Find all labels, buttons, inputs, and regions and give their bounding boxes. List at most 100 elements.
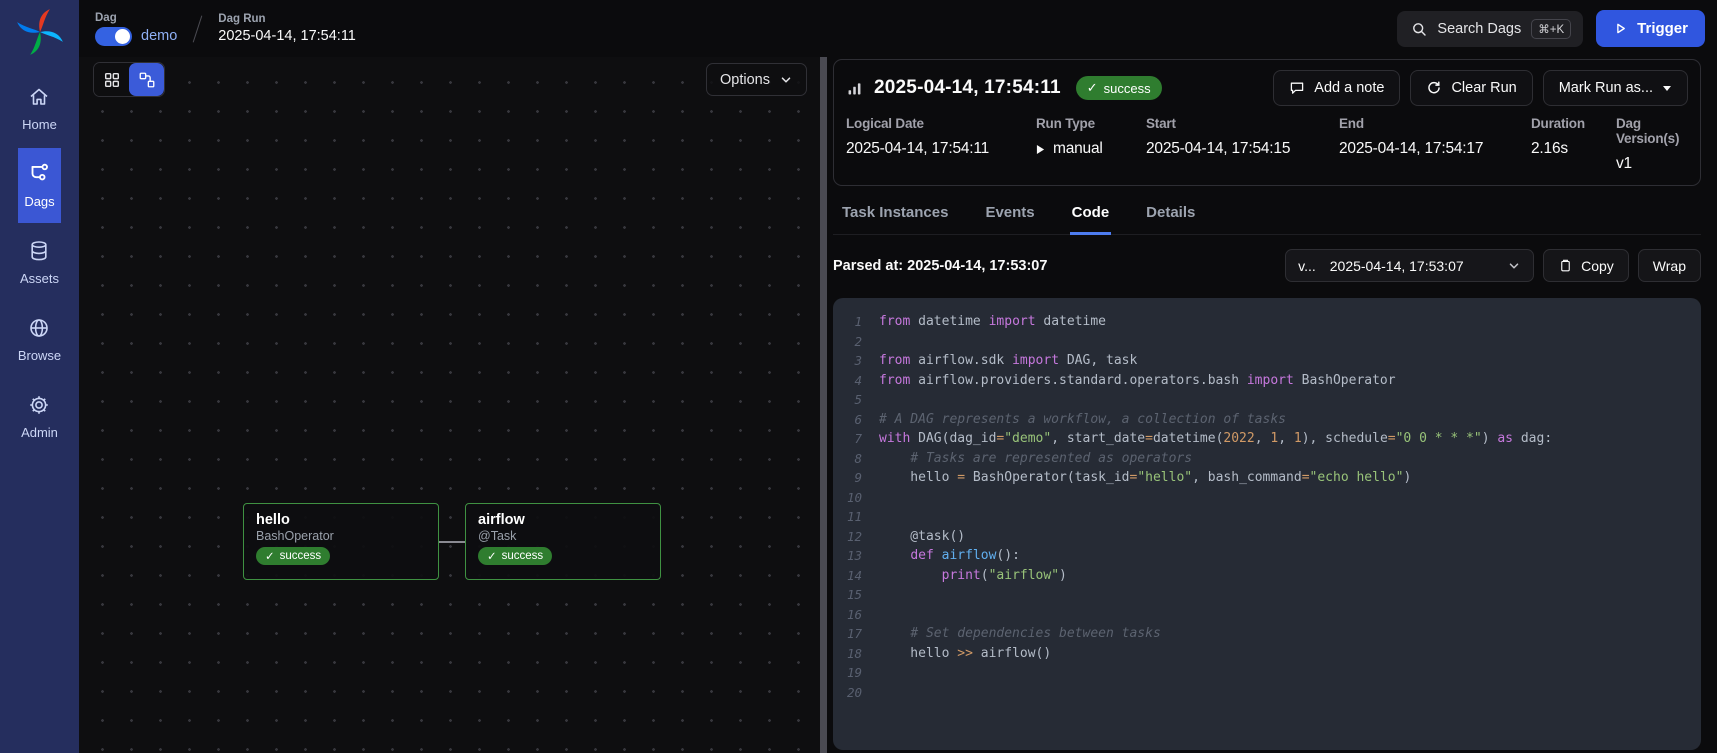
line-number: 14 <box>833 566 879 586</box>
sidebar-nav: HomeDags Assets BrowseAdmin <box>18 71 61 456</box>
code-line: 16 <box>833 605 1701 625</box>
dag-name-link[interactable]: demo <box>141 28 177 44</box>
run-meta-label: Dag Version(s) <box>1616 116 1688 146</box>
run-meta-field: Start2025-04-14, 17:54:15 <box>1146 116 1339 173</box>
sidebar-item-dags[interactable]: Dags <box>18 148 61 223</box>
speech-bubble-icon <box>1289 80 1305 96</box>
dag-label: Dag <box>95 12 177 24</box>
search-dags-button[interactable]: Search Dags ⌘+K <box>1397 11 1583 47</box>
line-number: 5 <box>833 390 879 410</box>
dag-enabled-toggle[interactable] <box>95 27 132 46</box>
line-number: 6 <box>833 410 879 430</box>
line-number: 15 <box>833 585 879 605</box>
task-edge <box>439 541 465 543</box>
run-meta-value: 2.16s <box>1531 140 1616 158</box>
code-text: # A DAG represents a workflow, a collect… <box>879 410 1286 430</box>
code-text: from airflow.sdk import DAG, task <box>879 351 1137 371</box>
task-status-badge: ✓success <box>478 547 552 565</box>
task-status-text: success <box>502 550 544 562</box>
sidebar-item-label: Assets <box>20 271 59 286</box>
code-line: 17 # Set dependencies between tasks <box>833 624 1701 644</box>
sidebar: HomeDags Assets BrowseAdmin <box>0 0 79 753</box>
admin-icon <box>26 392 52 418</box>
task-node-operator: BashOperator <box>256 529 426 543</box>
run-meta-label: Start <box>1146 116 1339 131</box>
task-node-airflow[interactable]: airflow@Task✓success <box>465 503 661 580</box>
code-text: # Tasks are represented as operators <box>879 449 1192 469</box>
breadcrumb-dag: Dag demo <box>95 12 177 46</box>
clear-run-button[interactable]: Clear Run <box>1410 70 1532 106</box>
assets-icon <box>26 238 52 264</box>
sidebar-item-assets[interactable]: Assets <box>18 225 61 300</box>
search-label: Search Dags <box>1437 21 1521 37</box>
version-prefix: v... <box>1298 258 1316 274</box>
dag-version-select[interactable]: v... 2025-04-14, 17:53:07 <box>1285 249 1534 282</box>
sidebar-item-browse[interactable]: Browse <box>18 302 61 377</box>
task-status-badge: ✓success <box>256 547 330 565</box>
grid-view-button[interactable] <box>94 63 129 96</box>
dags-icon <box>26 161 52 187</box>
line-number: 4 <box>833 371 879 391</box>
graph-view-button[interactable] <box>129 63 164 96</box>
task-node-hello[interactable]: helloBashOperator ✓success <box>243 503 439 580</box>
code-line: 11 <box>833 507 1701 527</box>
sidebar-item-admin[interactable]: Admin <box>18 379 61 454</box>
dag-run-label: Dag Run <box>218 13 356 25</box>
run-meta-label: Run Type <box>1036 116 1146 131</box>
code-line: 12 @task() <box>833 527 1701 547</box>
code-line: 3from airflow.sdk import DAG, task <box>833 351 1701 371</box>
options-label: Options <box>720 72 770 88</box>
refresh-icon <box>1426 80 1442 96</box>
code-text: with DAG(dag_id="demo", start_date=datet… <box>879 429 1552 449</box>
home-icon <box>26 84 52 110</box>
trigger-button[interactable]: Trigger <box>1596 10 1705 47</box>
parsed-at-text: Parsed at: 2025-04-14, 17:53:07 <box>833 258 1047 274</box>
line-number: 8 <box>833 449 879 469</box>
line-number: 20 <box>833 683 879 703</box>
mark-run-as-button[interactable]: Mark Run as... <box>1543 70 1688 106</box>
copy-button[interactable]: Copy <box>1543 249 1629 282</box>
caret-down-icon <box>1662 83 1672 93</box>
run-status-badge: ✓ success <box>1076 76 1162 100</box>
run-tabs: Task Instances Events Code Details <box>833 190 1701 235</box>
tab-task-instances[interactable]: Task Instances <box>840 190 950 235</box>
task-node-operator: @Task <box>478 529 648 543</box>
graph-view-icon <box>138 71 156 89</box>
task-node-title: hello <box>256 512 426 528</box>
code-text: hello = BashOperator(task_id="hello", ba… <box>879 468 1411 488</box>
code-line: 15 <box>833 585 1701 605</box>
code-line: 20 <box>833 683 1701 703</box>
line-number: 19 <box>833 663 879 683</box>
run-meta-field: Dag Version(s)v1 <box>1616 116 1688 173</box>
code-line: 19 <box>833 663 1701 683</box>
topbar: Dag demo Dag Run 2025-04-14, 17:54:11 Se… <box>79 0 1717 57</box>
run-status-text: success <box>1104 81 1151 96</box>
line-number: 12 <box>833 527 879 547</box>
run-meta-field: Logical Date2025-04-14, 17:54:11 <box>846 116 1036 173</box>
panel-splitter[interactable] <box>820 57 827 753</box>
tab-details[interactable]: Details <box>1144 190 1197 235</box>
line-number: 17 <box>833 624 879 644</box>
code-line: 4from airflow.providers.standard.operato… <box>833 371 1701 391</box>
code-text: # Set dependencies between tasks <box>879 624 1161 644</box>
bar-chart-icon <box>846 80 863 97</box>
run-meta-label: Logical Date <box>846 116 1036 131</box>
airflow-logo[interactable] <box>13 0 67 71</box>
code-line: 1from datetime import datetime <box>833 312 1701 332</box>
search-icon <box>1411 21 1427 37</box>
dag-code-block[interactable]: 1from datetime import datetime23from air… <box>833 298 1701 750</box>
run-details-panel: 2025-04-14, 17:54:11 ✓ success Add a not… <box>827 57 1717 753</box>
graph-options-button[interactable]: Options <box>706 63 807 96</box>
code-line: 9 hello = BashOperator(task_id="hello", … <box>833 468 1701 488</box>
dag-graph-panel[interactable]: Options helloBashOperator✓successairflow… <box>79 57 820 753</box>
tab-events[interactable]: Events <box>983 190 1036 235</box>
sidebar-item-home[interactable]: Home <box>18 71 61 146</box>
wrap-button[interactable]: Wrap <box>1638 249 1701 282</box>
code-line: 2 <box>833 332 1701 352</box>
line-number: 7 <box>833 429 879 449</box>
tab-code[interactable]: Code <box>1070 190 1112 235</box>
code-line: 8 # Tasks are represented as operators <box>833 449 1701 469</box>
add-note-button[interactable]: Add a note <box>1273 70 1400 106</box>
play-icon <box>1036 144 1045 155</box>
browse-icon <box>26 315 52 341</box>
